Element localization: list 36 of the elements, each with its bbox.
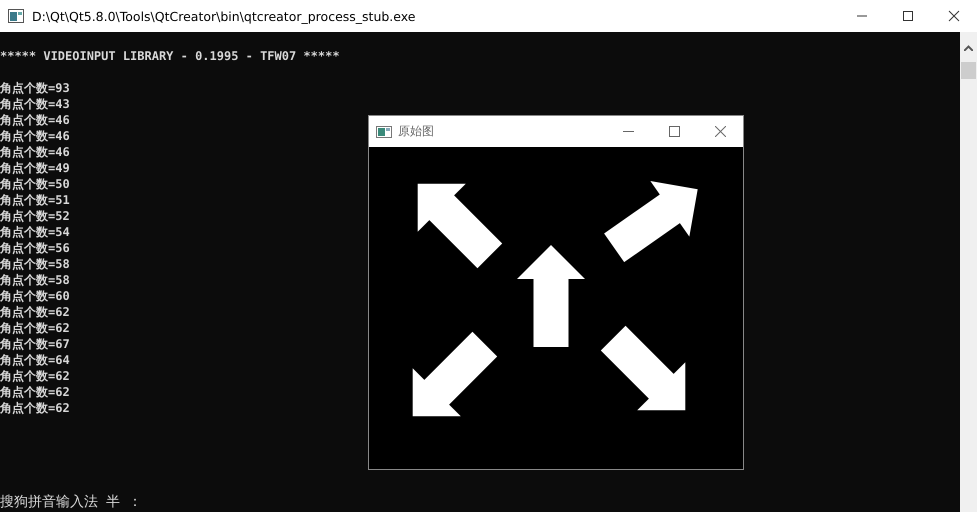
console-line: 角点个数=62 (0, 304, 70, 320)
console-line: 角点个数=93 (0, 80, 70, 96)
close-icon (948, 10, 960, 22)
console-line: 角点个数=46 (0, 112, 70, 128)
ime-punctuation: ： (128, 494, 142, 510)
console-line: 角点个数=58 (0, 256, 70, 272)
scroll-up-icon[interactable] (964, 45, 973, 51)
console-line: 角点个数=62 (0, 384, 70, 400)
console-line: 角点个数=50 (0, 176, 70, 192)
console-line: 角点个数=56 (0, 240, 70, 256)
maximize-icon (668, 126, 680, 137)
console-line: 角点个数=46 (0, 128, 70, 144)
window-title: D:\Qt\Qt5.8.0\Tools\QtCreator\bin\qtcreator_process_stub.exe (32, 8, 416, 24)
console-line: 角点个数=54 (0, 224, 70, 240)
scroll-thumb[interactable] (961, 62, 976, 79)
console-line: 角点个数=62 (0, 320, 70, 336)
console-header: ***** VIDEOINPUT LIBRARY - 0.1995 - TFW07 ***** (0, 48, 340, 64)
console-line: 角点个数=62 (0, 368, 70, 384)
maximize-icon (902, 10, 914, 22)
scrollbar[interactable] (960, 32, 977, 512)
console-app-icon (8, 9, 24, 23)
console-line: 角点个数=58 (0, 272, 70, 288)
close-icon (714, 126, 726, 137)
ime-name: 搜狗拼音输入法 (0, 494, 98, 510)
console-line: 角点个数=52 (0, 208, 70, 224)
console-line: 角点个数=51 (0, 192, 70, 208)
console-line: 角点个数=49 (0, 160, 70, 176)
console-line: 角点个数=62 (0, 400, 70, 416)
image-app-icon (376, 126, 392, 138)
console-line: 角点个数=60 (0, 288, 70, 304)
console-line: 角点个数=67 (0, 336, 70, 352)
console-line: 角点个数=46 (0, 144, 70, 160)
console-line: 角点个数=43 (0, 96, 70, 112)
image-window-title: 原始图 (398, 123, 434, 140)
console-line: 角点个数=64 (0, 352, 70, 368)
ime-mode: 半 (106, 494, 120, 510)
